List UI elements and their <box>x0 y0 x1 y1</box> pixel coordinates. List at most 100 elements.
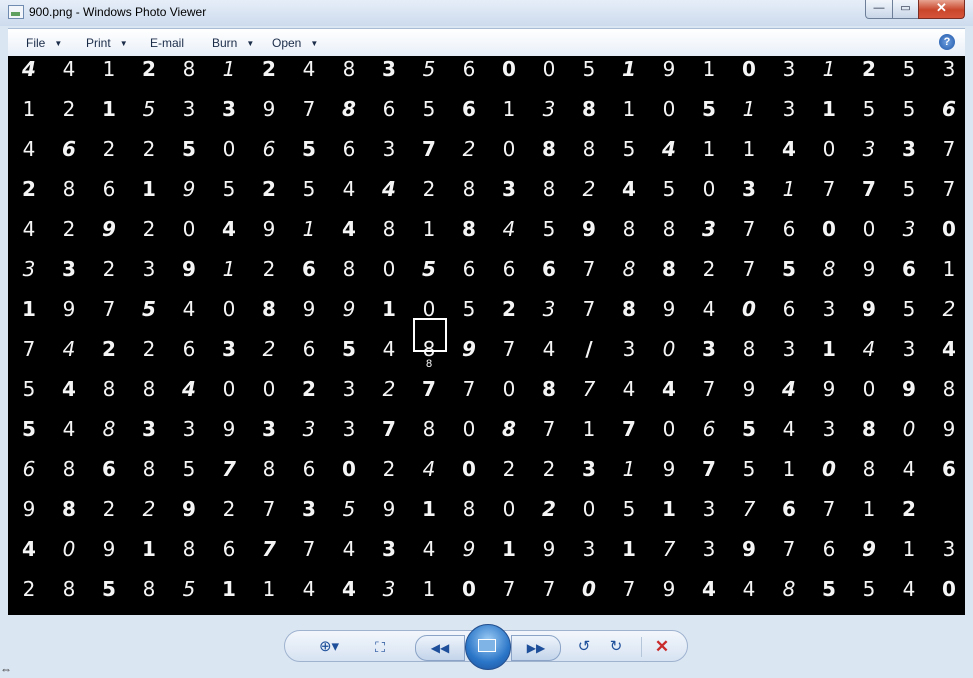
digit-5-2: 2 <box>102 257 116 281</box>
digit-8-0: 5 <box>22 377 36 401</box>
digit-5-21: 9 <box>862 257 876 281</box>
digit-9-7: 3 <box>302 417 316 441</box>
digit-11-7: 3 <box>302 497 316 521</box>
digit-10-12: 2 <box>502 457 516 481</box>
digit-2-8: 6 <box>342 137 356 161</box>
delete-button[interactable]: ✕ <box>651 638 673 656</box>
rotate-counterclockwise-button[interactable]: ↺ <box>573 638 595 656</box>
digit-10-22: 4 <box>902 457 916 481</box>
photo-viewer-app-icon <box>8 5 24 19</box>
digit-1-10: 5 <box>422 97 436 121</box>
digit-10-7: 6 <box>302 457 316 481</box>
menu-open[interactable]: Open ▼ <box>272 36 318 50</box>
digit-0-20: 1 <box>822 57 836 81</box>
digit-6-23: 2 <box>942 297 956 321</box>
digit-0-3: 2 <box>142 57 156 81</box>
close-button[interactable]: ✕ <box>918 0 965 19</box>
digit-9-16: 0 <box>662 417 676 441</box>
digit-3-6: 2 <box>262 177 276 201</box>
digit-1-11: 6 <box>462 97 476 121</box>
digit-10-4: 5 <box>182 457 196 481</box>
digit-8-10: 7 <box>422 377 436 401</box>
digit-8-5: 0 <box>222 377 236 401</box>
digit-0-4: 8 <box>182 57 196 81</box>
rotate-clockwise-button[interactable]: ↻ <box>605 638 627 656</box>
digit-9-13: 7 <box>542 417 556 441</box>
digit-2-0: 4 <box>22 137 36 161</box>
digit-12-7: 7 <box>302 537 316 561</box>
digit-9-11: 0 <box>462 417 476 441</box>
digit-1-13: 3 <box>542 97 556 121</box>
digit-7-4: 6 <box>182 337 196 361</box>
digit-0-15: 1 <box>622 57 636 81</box>
digit-12-2: 9 <box>102 537 116 561</box>
digit-2-9: 3 <box>382 137 396 161</box>
digit-3-16: 5 <box>662 177 676 201</box>
digit-8-23: 8 <box>942 377 956 401</box>
digit-11-12: 0 <box>502 497 516 521</box>
digit-4-18: 7 <box>742 217 756 241</box>
digit-9-9: 7 <box>382 417 396 441</box>
next-button[interactable]: ▶▶ <box>511 635 561 661</box>
image-viewport[interactable]: 4 4 1 2 8 1 2 4 8 3 5 6 0 0 5 1 9 1 0 3 1 2 5 3 1 2 1 5 3 3 9 7 8 6 5 6 1 3 8 1… <box>8 56 965 615</box>
actual-size-button[interactable]: ⛶ <box>365 638 395 656</box>
digit-7-7: 6 <box>302 337 316 361</box>
digit-9-14: 1 <box>582 417 596 441</box>
digit-2-1: 6 <box>62 137 76 161</box>
digit-13-22: 4 <box>902 577 916 601</box>
digit-1-9: 6 <box>382 97 396 121</box>
digit-3-5: 5 <box>222 177 236 201</box>
digit-5-14: 7 <box>582 257 596 281</box>
digit-11-21: 1 <box>862 497 876 521</box>
menu-file[interactable]: File ▼ <box>26 36 62 50</box>
digit-2-19: 4 <box>782 137 796 161</box>
title-bar: 900.png - Windows Photo Viewer — ▭ ✕ <box>0 0 973 26</box>
digit-13-3: 8 <box>142 577 156 601</box>
digit-6-3: 5 <box>142 297 156 321</box>
digit-7-3: 2 <box>142 337 156 361</box>
minimize-button[interactable]: — <box>865 0 893 19</box>
digit-1-14: 8 <box>582 97 596 121</box>
previous-button[interactable]: ◀◀ <box>415 635 465 661</box>
digit-10-9: 2 <box>382 457 396 481</box>
zoom-button[interactable]: ⊕▾ <box>313 638 345 656</box>
digit-9-2: 8 <box>102 417 116 441</box>
digit-11-14: 0 <box>582 497 596 521</box>
digit-10-8: 0 <box>342 457 356 481</box>
digit-1-1: 2 <box>62 97 76 121</box>
digit-1-18: 1 <box>742 97 756 121</box>
menu-print[interactable]: Print ▼ <box>86 36 128 50</box>
digit-1-12: 1 <box>502 97 516 121</box>
digit-0-18: 0 <box>742 57 756 81</box>
menu-burn[interactable]: Burn ▼ <box>212 36 254 50</box>
digit-1-3: 5 <box>142 97 156 121</box>
digit-4-4: 0 <box>182 217 196 241</box>
digit-9-18: 5 <box>742 417 756 441</box>
digit-0-7: 4 <box>302 57 316 81</box>
digit-8-19: 4 <box>782 377 796 401</box>
slideshow-button[interactable] <box>465 624 511 670</box>
help-icon[interactable]: ? <box>939 34 955 50</box>
digit-9-3: 3 <box>142 417 156 441</box>
menu-email[interactable]: E-mail <box>150 36 184 50</box>
digit-4-15: 8 <box>622 217 636 241</box>
digit-9-10: 8 <box>422 417 436 441</box>
digit-9-21: 8 <box>862 417 876 441</box>
digit-4-21: 0 <box>862 217 876 241</box>
digit-1-5: 3 <box>222 97 236 121</box>
maximize-button[interactable]: ▭ <box>892 0 919 19</box>
menu-email-label: E-mail <box>150 36 185 50</box>
digit-3-1: 8 <box>62 177 76 201</box>
digit-6-16: 9 <box>662 297 676 321</box>
digit-3-0: 2 <box>22 177 36 201</box>
digit-7-0: 7 <box>22 337 36 361</box>
digit-13-9: 3 <box>382 577 396 601</box>
toolbar-divider <box>641 637 642 657</box>
digit-8-6: 0 <box>262 377 276 401</box>
digit-4-13: 5 <box>542 217 556 241</box>
digit-12-4: 8 <box>182 537 196 561</box>
digit-3-13: 8 <box>542 177 556 201</box>
digit-4-5: 4 <box>222 217 236 241</box>
digit-10-20: 0 <box>822 457 836 481</box>
digit-4-10: 1 <box>422 217 436 241</box>
